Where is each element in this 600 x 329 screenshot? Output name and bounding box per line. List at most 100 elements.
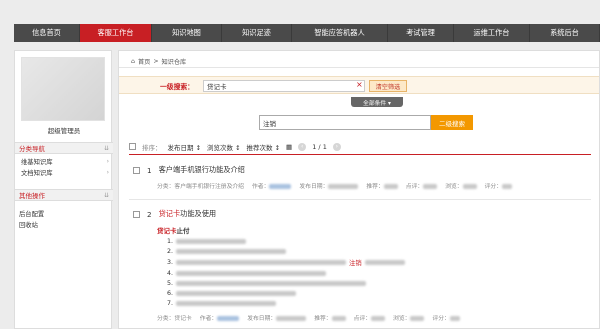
result-number: 1 (147, 165, 152, 175)
tab-knowledge-map[interactable]: 知识地图 (152, 24, 222, 42)
all-conditions-toggle[interactable]: 全部条件 ▾ (351, 97, 403, 107)
breadcrumb-current: 知识仓库 (161, 59, 187, 66)
result-snippet: 贷记卡止付 1. 2. 3. 注销 4. 5. 6. 7. (133, 225, 591, 307)
snippet-line-number: 1. (167, 238, 174, 245)
sort-bar: 排序： 发布日期 ↕ 浏览次数 ↕ 推荐次数 ↕ ▦ ‹ 1 / 1 › (129, 141, 591, 155)
chevron-right-icon: › (106, 169, 109, 176)
sidebar-item-label: 文档知识库 (21, 170, 53, 177)
home-icon: ⌂ (131, 58, 135, 65)
redacted-text (176, 271, 327, 276)
breadcrumb-home[interactable]: 首页 (138, 57, 150, 66)
breadcrumb-separator: > (153, 58, 159, 65)
sidebar-item-recycle-bin[interactable]: 回收站 (15, 219, 113, 230)
snippet-title-highlight: 贷记卡 (157, 227, 177, 235)
redacted-value (328, 184, 359, 189)
result-title-rest: 功能及使用 (180, 209, 217, 218)
redacted-text (176, 281, 367, 286)
snippet-line-number: 5. (167, 280, 174, 287)
prev-page-icon[interactable]: ‹ (298, 142, 307, 151)
redacted-text (176, 301, 277, 306)
tab-exam-management[interactable]: 考试管理 (388, 24, 454, 42)
sort-view-count[interactable]: 浏览次数 ↕ (207, 142, 241, 152)
primary-search-input[interactable] (203, 80, 365, 92)
meta-comment: 点评： (405, 184, 424, 190)
meta-recommend: 推荐： (366, 184, 384, 190)
secondary-search-input[interactable] (259, 115, 431, 130)
tab-home[interactable]: 信息首页 (14, 24, 80, 42)
redacted-text (364, 260, 405, 265)
username: 超级管理员 (47, 127, 81, 135)
sidebar-item-backend-config[interactable]: 后台配置 (15, 208, 113, 219)
primary-search-row: 一级搜索： × 清空筛选 (119, 76, 599, 94)
redacted-text (176, 239, 247, 244)
redacted-value (269, 184, 292, 189)
avatar (21, 57, 105, 121)
redacted-value (371, 316, 386, 321)
redacted-value (331, 316, 346, 321)
meta-date: 发布日期： (247, 316, 277, 322)
meta-category: 分类：客户端手机银行注册及介绍 (157, 184, 244, 190)
select-all-checkbox[interactable] (129, 143, 136, 150)
chevron-down-icon: ⇊ (103, 191, 109, 199)
clear-icon[interactable]: × (356, 81, 363, 89)
clear-filter-button[interactable]: 清空筛选 (369, 80, 407, 92)
redacted-text (176, 291, 297, 296)
redacted-text (176, 260, 347, 265)
snippet-line: 3. 注销 (157, 258, 591, 267)
tab-system-backend[interactable]: 系统后台 (530, 24, 600, 42)
page-indicator: 1 / 1 (312, 143, 327, 151)
tab-ops-workbench[interactable]: 运维工作台 (454, 24, 530, 42)
meta-comment: 点评： (353, 316, 372, 322)
snippet-line-number: 6. (167, 290, 174, 297)
redacted-value (462, 184, 477, 189)
result-item: 2 贷记卡功能及使用 贷记卡止付 1. 2. 3. 注销 4. 5. 6. 7. … (133, 209, 591, 322)
result-title[interactable]: 客户端手机银行功能及介绍 (159, 165, 245, 175)
snippet-highlight: 注销 (349, 260, 362, 267)
next-page-icon[interactable]: › (332, 142, 341, 151)
snippet-line-number: 2. (167, 248, 174, 255)
meta-score: 评分： (432, 316, 450, 322)
meta-date: 发布日期： (299, 184, 329, 190)
meta-view: 浏览： (445, 184, 463, 190)
tab-knowledge-trail[interactable]: 知识足迹 (222, 24, 292, 42)
meta-author: 作者： (251, 184, 270, 190)
secondary-search-button[interactable]: 二级搜索 (431, 115, 473, 130)
sidebar-item-wiki[interactable]: 维基知识库 › (15, 156, 113, 167)
result-checkbox[interactable] (133, 166, 140, 174)
other-ops-header[interactable]: 其他操作 ⇊ (15, 189, 113, 201)
meta-recommend: 推荐： (314, 316, 332, 322)
redacted-value (383, 184, 398, 189)
result-title[interactable]: 贷记卡功能及使用 (159, 209, 217, 219)
category-nav-header[interactable]: 分类导航 ⇊ (15, 142, 113, 154)
result-item: 1 客户端手机银行功能及介绍 分类：客户端手机银行注册及介绍 作者： 发布日期：… (133, 165, 591, 190)
sort-publish-date[interactable]: 发布日期 ↕ (168, 142, 202, 152)
result-title-highlight: 贷记卡 (158, 209, 181, 218)
meta-author: 作者： (199, 316, 218, 322)
snippet-line: 2. (157, 248, 591, 255)
result-checkbox[interactable] (133, 210, 140, 218)
redacted-value (423, 184, 438, 189)
result-meta: 分类：贷记卡 作者： 发布日期： 推荐： 点评： 浏览： 评分： (133, 313, 591, 322)
snippet-line: 1. (157, 238, 591, 245)
tab-smart-bot[interactable]: 智能应答机器人 (292, 24, 388, 42)
top-nav: 信息首页 客服工作台 知识地图 知识足迹 智能应答机器人 考试管理 运维工作台 … (14, 24, 600, 42)
grid-view-icon[interactable]: ▦ (286, 143, 292, 151)
divider (119, 67, 599, 68)
other-ops-label: 其他操作 (19, 192, 45, 200)
redacted-value (502, 184, 512, 189)
snippet-line-number: 7. (167, 300, 174, 307)
result-meta: 分类：客户端手机银行注册及介绍 作者： 发布日期： 推荐： 点评： 浏览： 评分… (133, 181, 591, 190)
sort-recommend-count[interactable]: 推荐次数 ↕ (247, 142, 281, 152)
tab-service-workbench[interactable]: 客服工作台 (80, 24, 152, 42)
sidebar-item-docs[interactable]: 文档知识库 › (15, 167, 113, 178)
snippet-line-number: 3. (167, 259, 174, 266)
redacted-value (410, 316, 425, 321)
category-nav-label: 分类导航 (19, 145, 45, 153)
snippet-line: 7. (157, 300, 591, 307)
sidebar: 超级管理员 分类导航 ⇊ 维基知识库 › 文档知识库 › 其他操作 ⇊ 后台配置… (14, 50, 113, 329)
page-total: 1 (322, 142, 327, 151)
snippet-line-number: 4. (167, 270, 174, 277)
snippet-line: 5. (157, 280, 591, 287)
redacted-value (449, 316, 460, 321)
chevron-down-icon: ⇊ (103, 144, 109, 152)
